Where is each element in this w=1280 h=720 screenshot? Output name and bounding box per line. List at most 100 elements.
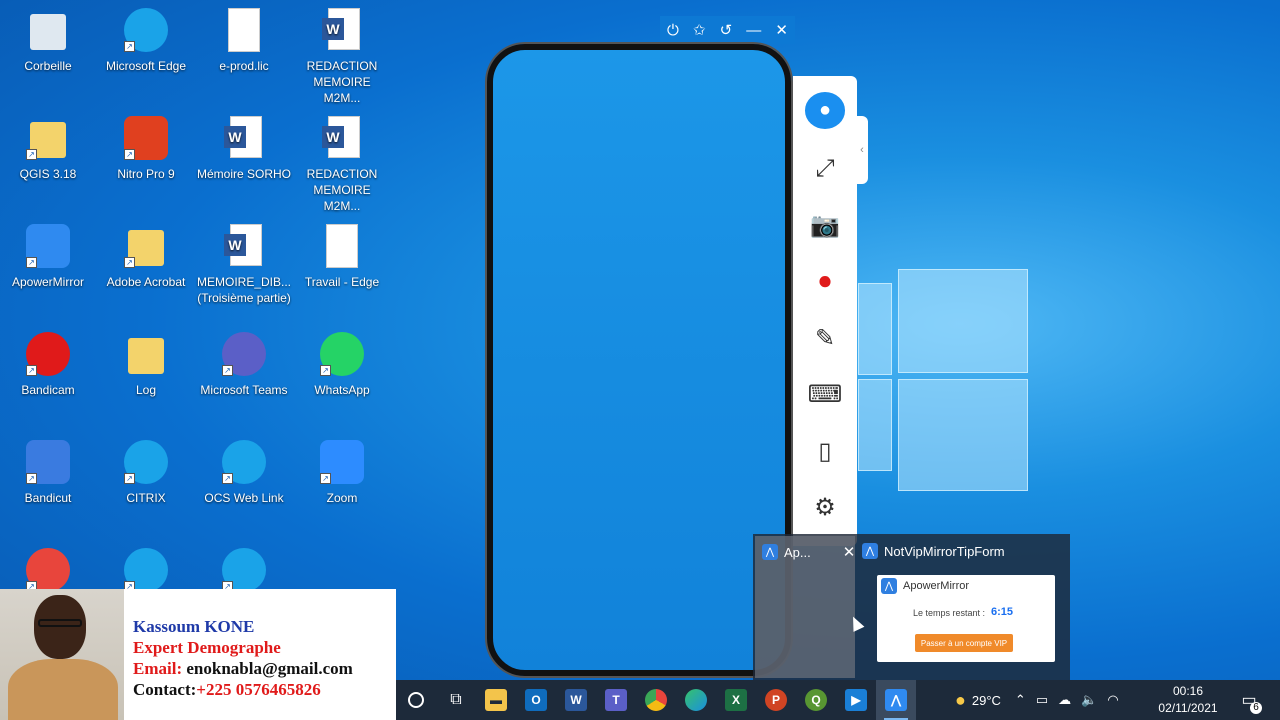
shortcut-arrow-icon: ↗ xyxy=(124,257,135,268)
desktop-icon-edge[interactable]: ↗ Microsoft Edge xyxy=(98,6,194,74)
brush-icon[interactable]: ✎ xyxy=(805,320,845,357)
outlook-icon[interactable]: O xyxy=(516,680,556,720)
word-icon: W xyxy=(220,222,268,270)
excel-icon[interactable]: X xyxy=(716,680,756,720)
phone-value: +225 0576465826 xyxy=(196,680,321,699)
desktop-icon-folder-acrobat[interactable]: ↗ Adobe Acrobat xyxy=(98,222,194,290)
desktop-icon-zoom[interactable]: ↗ Zoom xyxy=(294,438,390,506)
pin-icon[interactable]: ✩ xyxy=(693,21,706,39)
desktop-icon-whatsapp[interactable]: ↗ WhatsApp xyxy=(294,330,390,398)
word-icon: W xyxy=(318,6,366,54)
nitro-icon: ↗ xyxy=(122,114,170,162)
temperature[interactable]: 29°C xyxy=(972,693,1001,708)
shortcut-arrow-icon: ↗ xyxy=(26,365,37,376)
edge-icon: ↗ xyxy=(220,438,268,486)
teams-icon: ↗ xyxy=(220,330,268,378)
preview-left-title: Ap... xyxy=(784,544,811,560)
folder-icon xyxy=(122,330,170,378)
clock[interactable]: 00:16 02/11/2021 xyxy=(1152,683,1224,717)
phone-mirror-screen[interactable] xyxy=(487,44,791,676)
power-icon[interactable]: ⏻ xyxy=(667,22,679,39)
wifi-icon[interactable]: ◠ xyxy=(1107,692,1118,708)
shortcut-arrow-icon: ↗ xyxy=(222,365,233,376)
rotate-icon[interactable]: ↺ xyxy=(720,21,733,39)
volume-icon[interactable]: 🔈 xyxy=(1081,692,1097,708)
collapse-sidebar-tab[interactable]: ‹ xyxy=(856,116,868,184)
gear-icon[interactable]: ⚙ xyxy=(805,490,845,527)
desktop-icon-folder[interactable]: Log xyxy=(98,330,194,398)
word-icon[interactable]: W xyxy=(556,680,596,720)
teams-icon[interactable]: T xyxy=(596,680,636,720)
desktop-icon-word[interactable]: W REDACTION MEMOIRE M2M... xyxy=(294,114,390,214)
shortcut-arrow-icon: ↗ xyxy=(320,365,331,376)
file-icon xyxy=(220,6,268,54)
bandicut-icon: ↗ xyxy=(24,438,72,486)
bandicam-icon: ↗ xyxy=(24,330,72,378)
desktop-icon-recycle-bin[interactable]: Corbeille xyxy=(0,6,96,74)
desktop-icon-file[interactable]: e-prod.lic xyxy=(196,6,292,74)
desktop-icon-edge[interactable]: ↗ OCS Web Link xyxy=(196,438,292,506)
desktop-icon-label: REDACTION MEMOIRE M2M... xyxy=(306,59,378,105)
shortcut-arrow-icon: ↗ xyxy=(26,257,37,268)
email-label: Email: xyxy=(133,659,183,678)
close-icon[interactable]: ✕ xyxy=(775,21,788,39)
camera-icon[interactable]: 📷 xyxy=(805,207,845,244)
mirror-window-controls: ⏻ ✩ ↺ — ✕ xyxy=(660,16,795,44)
edge-icon[interactable] xyxy=(676,680,716,720)
powerpoint-icon[interactable]: P xyxy=(756,680,796,720)
folder-qgis-icon: ↗ xyxy=(24,114,72,162)
notification-count: 6 xyxy=(1250,702,1262,714)
file-explorer-icon[interactable]: ▬ xyxy=(476,680,516,720)
chrome-icon[interactable] xyxy=(636,680,676,720)
apowermirror-icon[interactable]: ⋀ xyxy=(876,680,916,720)
notification-center-icon[interactable]: ▭ 6 xyxy=(1234,684,1264,716)
desktop-icon-edge[interactable]: ↗ CITRIX xyxy=(98,438,194,506)
shortcut-arrow-icon: ↗ xyxy=(222,473,233,484)
preview-left-header: ⋀ Ap... ✕ xyxy=(762,543,855,561)
search-icon[interactable] xyxy=(396,680,436,720)
desktop-icon-label: Mémoire SORHO xyxy=(196,167,291,181)
desktop-icon-bandicut[interactable]: ↗ Bandicut xyxy=(0,438,96,506)
desktop-icon-apowermirror[interactable]: ↗ ApowerMirror xyxy=(0,222,96,290)
vip-upgrade-button[interactable]: Passer à un compte VIP xyxy=(915,634,1013,652)
desktop-icon-label: Adobe Acrobat xyxy=(106,275,186,289)
desktop-icon-file[interactable]: Travail - Edge xyxy=(294,222,390,290)
media-player-icon[interactable]: ▶ xyxy=(836,680,876,720)
desktop-icon-folder-qgis[interactable]: ↗ QGIS 3.18 xyxy=(0,114,96,182)
close-icon[interactable]: ✕ xyxy=(843,543,856,561)
desktop-icon-word[interactable]: W Mémoire SORHO xyxy=(196,114,292,182)
onedrive-icon[interactable]: ☁ xyxy=(1058,692,1071,708)
preview-right-header: ⋀ NotVipMirrorTipForm xyxy=(862,543,1005,559)
shortcut-arrow-icon: ↗ xyxy=(124,41,135,52)
desktop-icon-word[interactable]: W MEMOIRE_DIB... (Troisième partie) xyxy=(196,222,292,306)
fullscreen-icon[interactable]: ⤢ xyxy=(805,151,845,188)
desktop-icon-label: Zoom xyxy=(326,491,358,505)
weather-icon[interactable]: ● xyxy=(955,690,966,711)
desktop-icon-nitro[interactable]: ↗ Nitro Pro 9 xyxy=(98,114,194,182)
qgis-icon[interactable]: Q xyxy=(796,680,836,720)
chrome-icon: ↗ xyxy=(24,546,72,594)
desktop-icon-label: Nitro Pro 9 xyxy=(117,167,175,181)
record-icon[interactable]: ⏺ xyxy=(805,264,845,301)
desktop-icon-label: Bandicam xyxy=(21,383,75,397)
show-hidden-icons-icon[interactable]: ⌃ xyxy=(1015,692,1026,708)
minimize-icon[interactable]: — xyxy=(746,22,761,39)
desktop-icon-label: Microsoft Teams xyxy=(200,383,288,397)
phone-icon[interactable]: ▯ xyxy=(805,433,845,470)
apowermirror-icon: ⋀ xyxy=(881,578,897,594)
battery-icon[interactable]: ▭ xyxy=(1036,692,1048,708)
desktop-icon-bandicam[interactable]: ↗ Bandicam xyxy=(0,330,96,398)
vip-tip-card[interactable]: ⋀ ApowerMirror Le temps restant : 6:15 P… xyxy=(877,575,1055,662)
shortcut-arrow-icon: ↗ xyxy=(124,149,135,160)
apowermirror-icon: ⋀ xyxy=(862,543,878,559)
desktop-icon-word[interactable]: W REDACTION MEMOIRE M2M... xyxy=(294,6,390,106)
remaining-time-label: Le temps restant : xyxy=(913,608,986,618)
edge-icon: ↗ xyxy=(122,438,170,486)
user-icon[interactable]: ● xyxy=(805,92,845,129)
email-value: enoknabla@gmail.com xyxy=(186,659,353,678)
desktop-icon-label: MEMOIRE_DIB... (Troisième partie) xyxy=(196,275,291,305)
contact-label: Contact: xyxy=(133,680,197,699)
task-view-icon[interactable]: ⧉ xyxy=(436,680,476,720)
keyboard-icon[interactable]: ⌨ xyxy=(805,377,845,414)
desktop-icon-teams[interactable]: ↗ Microsoft Teams xyxy=(196,330,292,398)
